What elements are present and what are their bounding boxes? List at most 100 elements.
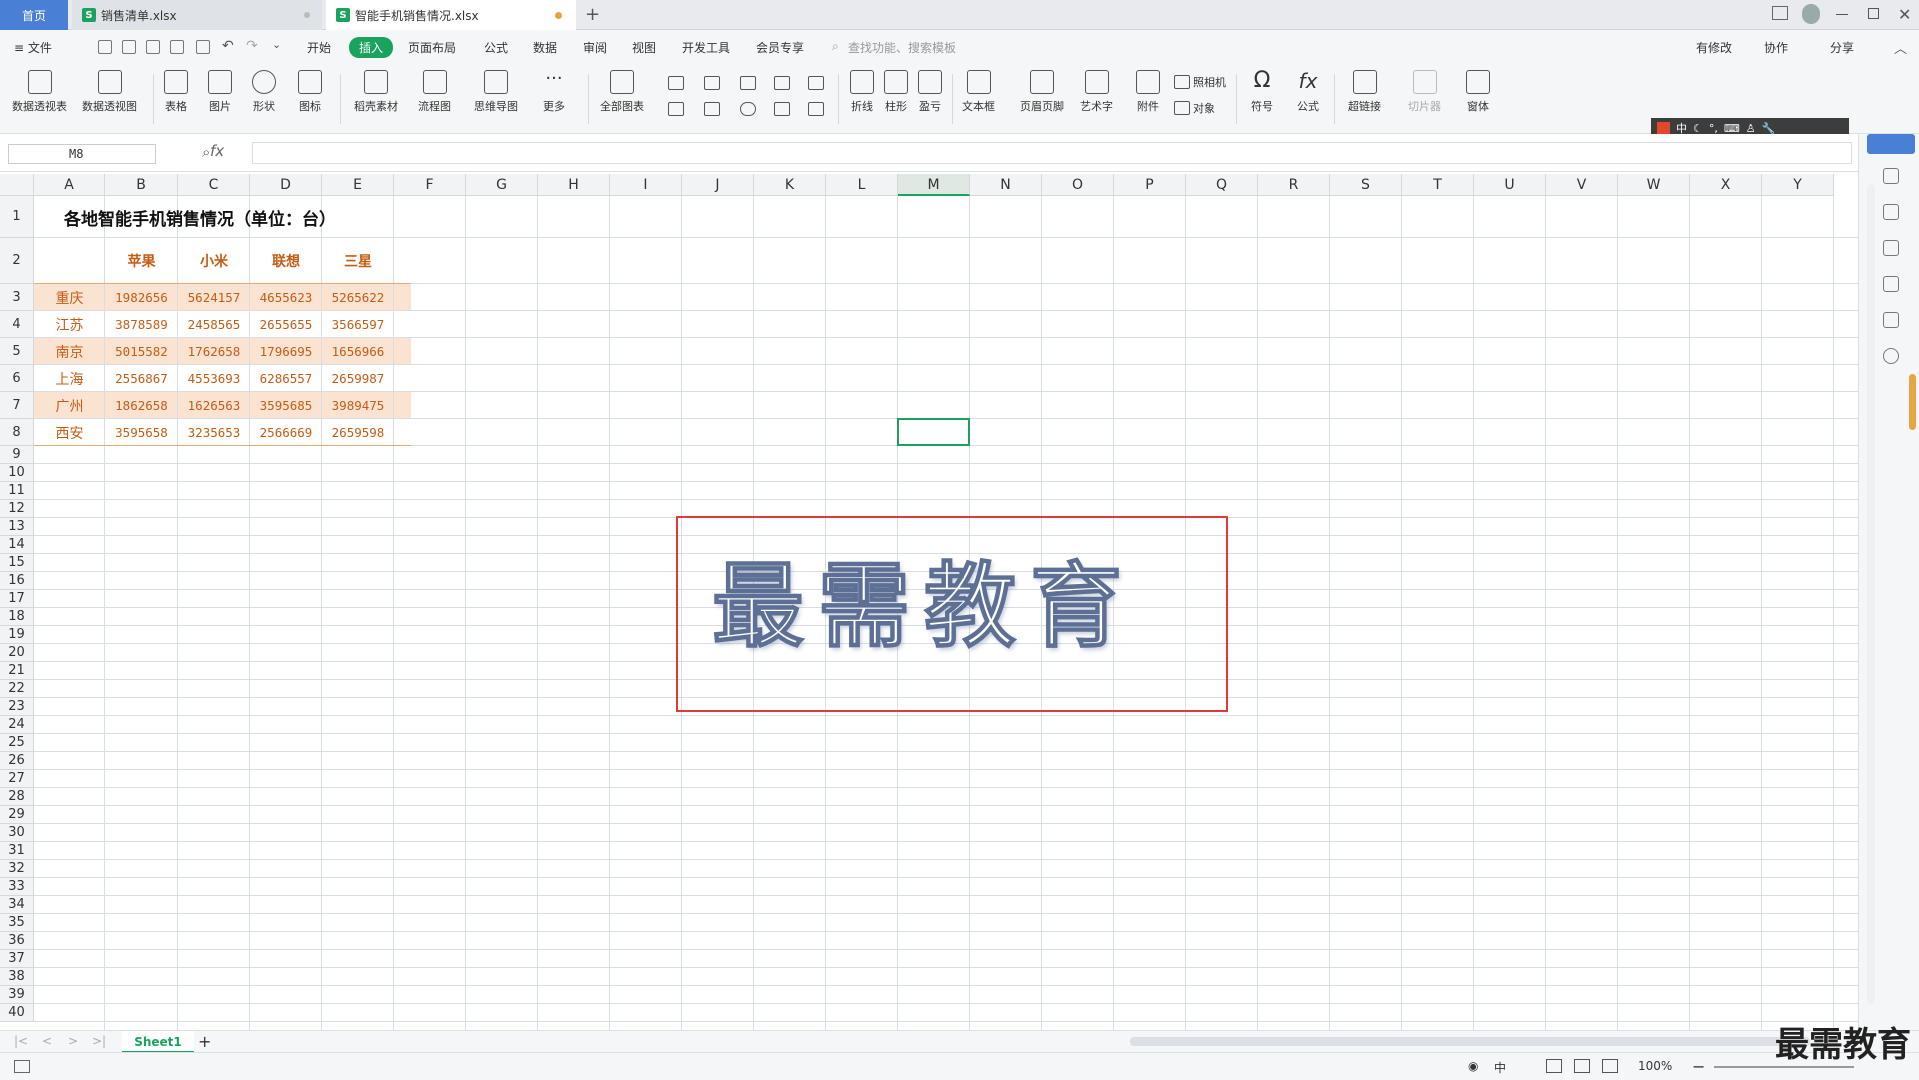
row-header[interactable]: 37 [0, 950, 34, 968]
sparkline-winloss-button[interactable]: 盈亏 [918, 70, 942, 114]
print-icon[interactable] [170, 40, 184, 54]
attachment-button[interactable]: 附件 [1136, 70, 1160, 114]
column-header[interactable]: M [898, 174, 970, 196]
sheet-title[interactable]: 各地智能手机销售情况（单位：台） [34, 196, 394, 238]
value-cell[interactable]: 3595685 [250, 392, 322, 419]
column-header[interactable]: H [538, 174, 610, 196]
menu-dev-tools[interactable]: 开发工具 [682, 39, 730, 56]
column-header[interactable]: A [34, 174, 105, 196]
spreadsheet-grid[interactable]: A B C D E F G H I J K L M N O P Q R S T U V W X Y 1 2 3 4 5 6 7 8 9 10 11 12… [0, 174, 1858, 1030]
value-cell[interactable]: 5265622 [322, 284, 394, 311]
row-header[interactable]: 4 [0, 311, 34, 338]
header-footer-button[interactable]: 页眉页脚 [1020, 70, 1064, 114]
textbox-button[interactable]: 文本框 [962, 70, 995, 114]
search-icon[interactable]: ⌕ [832, 39, 839, 54]
symbol-button[interactable]: Ω 符号 [1250, 70, 1274, 114]
row-header[interactable]: 18 [0, 608, 34, 626]
zoom-out-button[interactable]: − [1692, 1057, 1705, 1076]
column-header[interactable]: B [105, 174, 178, 196]
wordart-button[interactable]: 艺术字 [1080, 70, 1113, 114]
value-cell[interactable]: 3566597 [322, 311, 394, 338]
column-header[interactable]: G [466, 174, 538, 196]
help-icon[interactable] [1883, 348, 1899, 364]
value-cell[interactable]: 2659987 [322, 365, 394, 392]
city-cell[interactable]: 南京 [34, 338, 105, 365]
value-cell[interactable]: 2659598 [322, 419, 394, 446]
column-header[interactable]: X [1690, 174, 1762, 196]
menu-view[interactable]: 视图 [632, 39, 656, 56]
close-icon[interactable] [304, 12, 310, 18]
city-cell[interactable]: 江苏 [34, 311, 105, 338]
row-header[interactable]: 14 [0, 536, 34, 554]
area-chart-dropdown[interactable] [704, 102, 723, 116]
eye-icon[interactable]: ◉ [1468, 1059, 1478, 1073]
object-button[interactable]: 对象 [1174, 100, 1215, 116]
page-view-icon[interactable] [1574, 1059, 1590, 1073]
row-header[interactable]: 26 [0, 752, 34, 770]
row-header[interactable]: 40 [0, 1004, 34, 1022]
row-header[interactable]: 7 [0, 392, 34, 419]
value-cell[interactable]: 2655655 [250, 311, 322, 338]
city-cell[interactable]: 广州 [34, 392, 105, 419]
new-tab-button[interactable]: + [585, 4, 600, 25]
menu-page-layout[interactable]: 页面布局 [408, 39, 456, 56]
formula-input[interactable] [252, 142, 1852, 164]
prev-sheet-icon[interactable]: < [42, 1034, 52, 1048]
row-header[interactable]: 1 [0, 196, 34, 238]
mindmap-button[interactable]: 思维导图 [474, 70, 518, 114]
form-window-button[interactable]: 窗体 [1466, 70, 1490, 114]
sparkline-column-button[interactable]: 柱形 [884, 70, 908, 114]
row-header[interactable]: 12 [0, 500, 34, 518]
row-header[interactable]: 28 [0, 788, 34, 806]
row-header[interactable]: 10 [0, 464, 34, 482]
row-header[interactable]: 27 [0, 770, 34, 788]
close-window-icon[interactable]: ✕ [1898, 5, 1911, 24]
city-cell[interactable]: 上海 [34, 365, 105, 392]
tab-file-smartphone-sales[interactable]: S 智能手机销售情况.xlsx [326, 0, 576, 30]
pivot-chart-button[interactable]: 数据透视图 [82, 70, 137, 114]
value-cell[interactable]: 1656966 [322, 338, 394, 365]
name-box[interactable]: M8 [8, 144, 156, 164]
value-cell[interactable]: 1796695 [250, 338, 322, 365]
save-icon[interactable] [122, 40, 136, 54]
value-cell[interactable]: 3595658 [105, 419, 178, 446]
file-menu[interactable]: ≡ 文件 [14, 39, 52, 56]
line-chart-dropdown[interactable] [740, 76, 759, 90]
row-header[interactable]: 34 [0, 896, 34, 914]
value-cell[interactable]: 2556867 [105, 365, 178, 392]
select-icon[interactable] [1883, 204, 1899, 220]
column-header[interactable]: J [682, 174, 754, 196]
row-header[interactable]: 23 [0, 698, 34, 716]
column-header[interactable]: O [1042, 174, 1114, 196]
menu-review[interactable]: 审阅 [583, 39, 607, 56]
column-header[interactable]: T [1402, 174, 1474, 196]
radar-chart-dropdown[interactable] [774, 76, 793, 90]
row-header[interactable]: 6 [0, 365, 34, 392]
scatter-chart-dropdown[interactable] [774, 102, 793, 116]
menu-formula[interactable]: 公式 [484, 39, 508, 56]
undo-icon[interactable]: ↶ [222, 38, 234, 54]
row-header[interactable]: 39 [0, 986, 34, 1004]
row-header[interactable]: 35 [0, 914, 34, 932]
box-icon[interactable] [1883, 312, 1899, 328]
row-header[interactable]: 24 [0, 716, 34, 734]
material-button[interactable]: 稻壳素材 [354, 70, 398, 114]
row-header[interactable]: 36 [0, 932, 34, 950]
avatar[interactable] [1802, 4, 1820, 24]
new-doc-icon[interactable] [98, 40, 112, 54]
row-header[interactable]: 15 [0, 554, 34, 572]
value-cell[interactable]: 1862658 [105, 392, 178, 419]
row-header[interactable]: 2 [0, 238, 34, 284]
value-cell[interactable]: 6286557 [250, 365, 322, 392]
combo-chart-dropdown[interactable] [668, 102, 687, 116]
brand-header[interactable]: 联想 [250, 238, 322, 284]
row-header[interactable]: 9 [0, 446, 34, 464]
unsaved-dot-icon[interactable] [555, 11, 562, 19]
column-chart-dropdown[interactable] [668, 76, 687, 90]
row-header[interactable]: 30 [0, 824, 34, 842]
menu-insert[interactable]: 插入 [349, 37, 394, 58]
equation-button[interactable]: fx 公式 [1296, 70, 1320, 114]
value-cell[interactable]: 5624157 [178, 284, 250, 311]
all-charts-button[interactable]: 全部图表 [600, 70, 644, 114]
sparkline-line-button[interactable]: 折线 [850, 70, 874, 114]
